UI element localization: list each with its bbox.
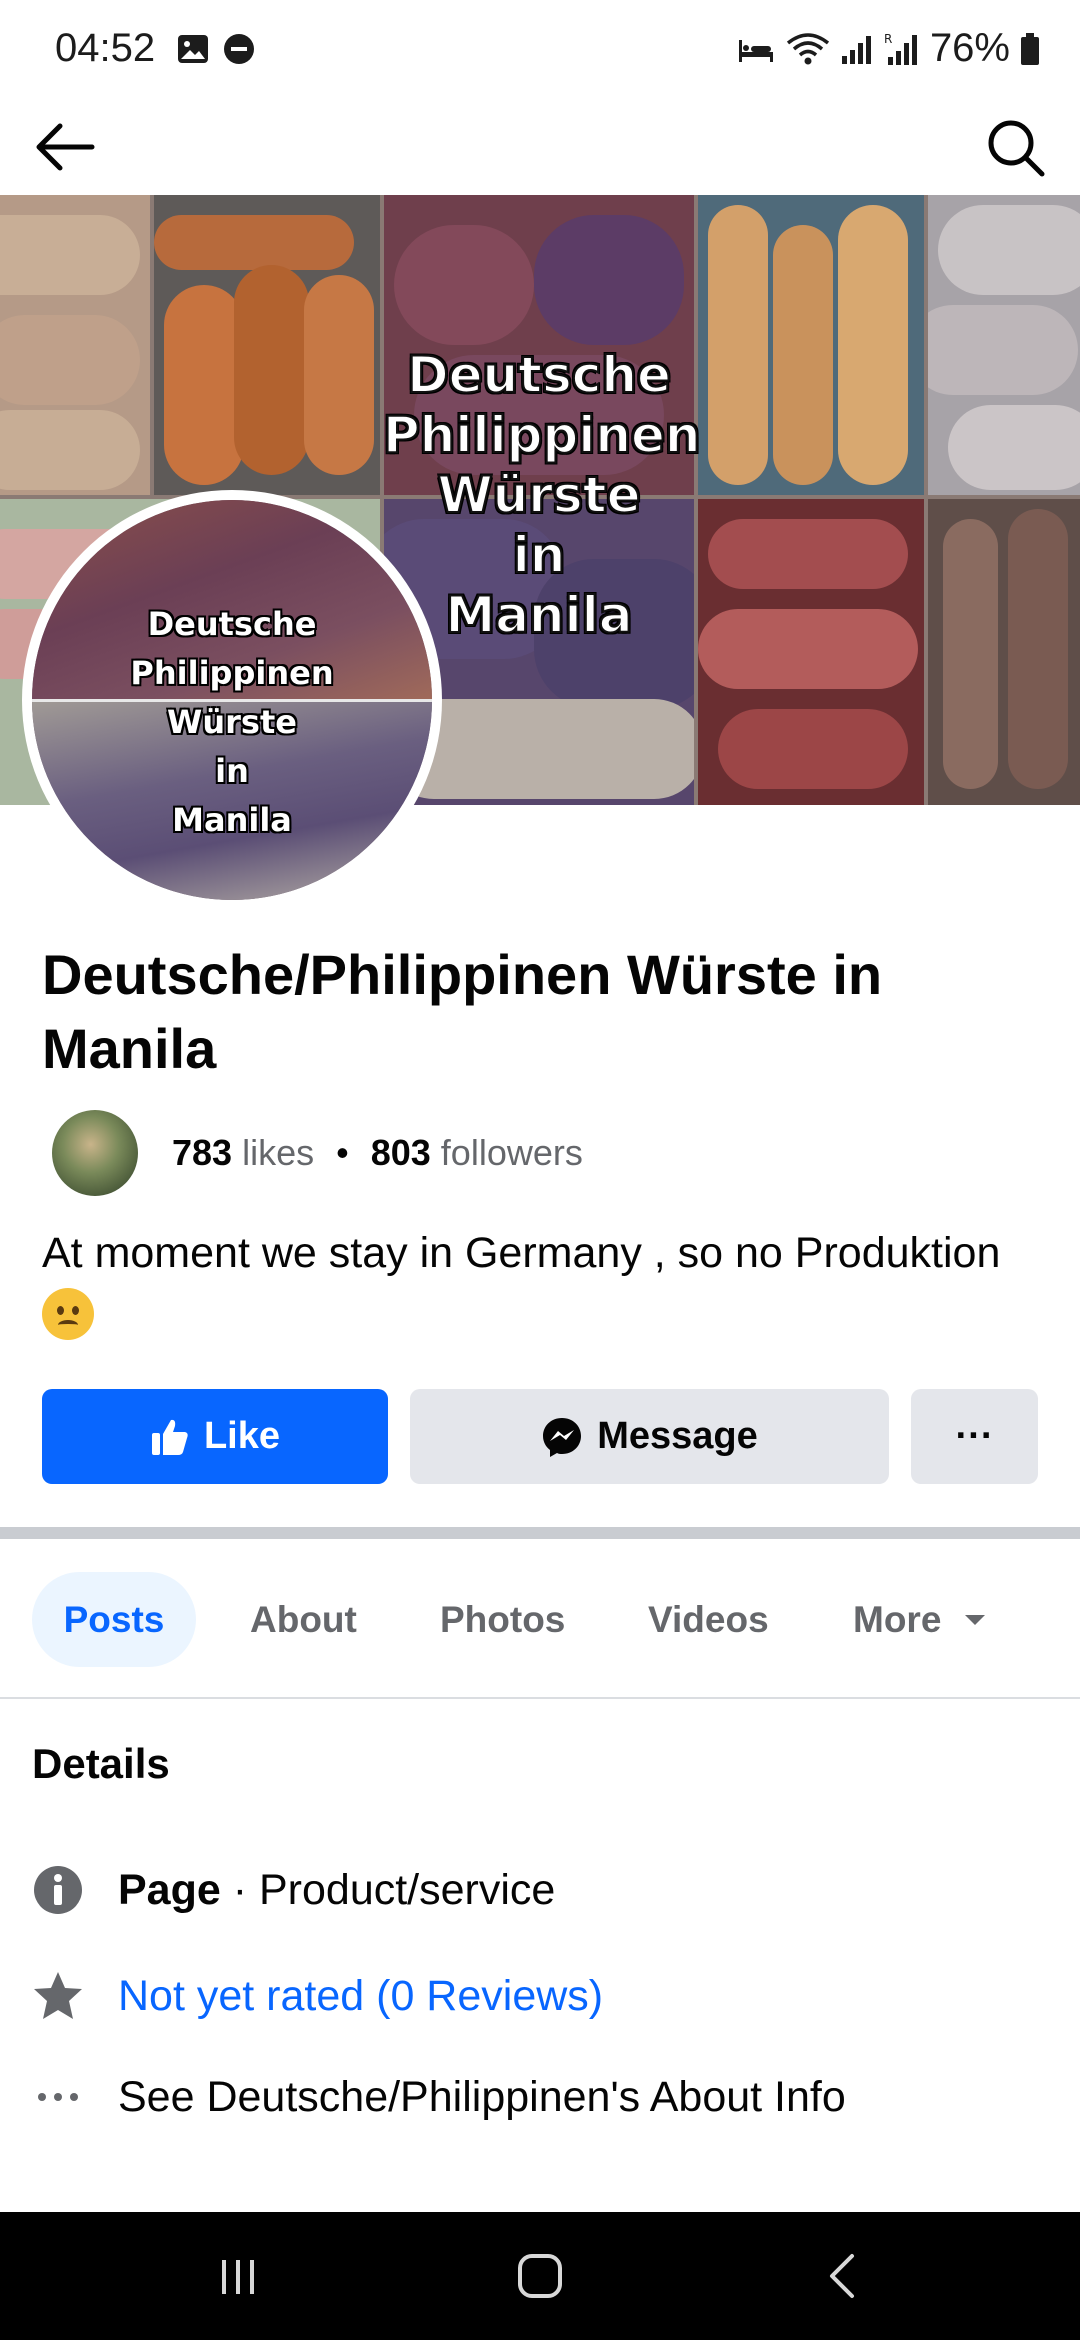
rating-link[interactable]: Not yet rated (0 Reviews) [118, 1972, 603, 2021]
like-label: Like [203, 1415, 281, 1457]
thumbs-up-icon [151, 1419, 188, 1455]
description-text: At moment we stay in Germany , so no Pro… [42, 1229, 1001, 1277]
page-type-text: · Product/service [220, 1865, 556, 1914]
profile-text-line: Manila [172, 801, 292, 839]
do-not-disturb-icon [224, 34, 254, 64]
tab-posts-label: Posts [63, 1598, 165, 1640]
tab-about[interactable]: About [250, 1572, 357, 1667]
tab-more-label: More [853, 1598, 942, 1640]
cover-tile [698, 195, 924, 495]
status-bar: 04:52 R 76% [0, 0, 1080, 100]
about-info-link[interactable]: See Deutsche/Philippinen's About Info [118, 2073, 846, 2122]
page-description: At moment we stay in Germany , so no Pro… [42, 1225, 1052, 1340]
sad-face-emoji-icon [42, 1287, 94, 1340]
profile-text-line: Würste [167, 703, 297, 741]
detail-about-info[interactable]: See Deutsche/Philippinen's About Info [32, 2067, 846, 2127]
profile-overlay-text: Deutsche Philippinen Würste in Manila [32, 600, 432, 845]
cover-tile [698, 499, 924, 805]
detail-rating[interactable]: Not yet rated (0 Reviews) [32, 1966, 603, 2026]
cover-text-line: Philippinen [382, 405, 701, 465]
signal-icon [841, 35, 871, 64]
message-button[interactable]: Message [410, 1389, 889, 1484]
cover-tile [0, 195, 150, 495]
status-time: 04:52 [55, 26, 156, 70]
ellipsis-icon [32, 2071, 84, 2123]
recent-apps-icon[interactable] [208, 2246, 268, 2306]
profile-text-line: Deutsche [147, 605, 317, 643]
page-type-bold: Page [118, 1865, 221, 1914]
tab-videos[interactable]: Videos [648, 1572, 769, 1667]
back-nav-icon[interactable] [814, 2246, 874, 2306]
avatar [52, 1110, 138, 1196]
battery-percent: 76% [929, 26, 1010, 70]
profile-text-line: Philippinen [130, 654, 334, 692]
cover-tile [928, 195, 1080, 495]
detail-page-type: Page · Product/service [32, 1860, 555, 1920]
wifi-icon [786, 32, 830, 64]
svg-text:R: R [884, 32, 892, 46]
message-label: Message [597, 1415, 758, 1457]
tab-about-label: About [250, 1598, 357, 1640]
page-title: Deutsche/Philippinen Würste in Manila [42, 943, 883, 1080]
cover-tile [154, 195, 380, 495]
profile-tabs: Posts About Photos Videos More [0, 1539, 1080, 1699]
top-bar [0, 100, 1080, 195]
likes-label: likes [242, 1132, 315, 1173]
page-stats[interactable]: 783 likes • 803 followers [52, 1110, 583, 1196]
profile-text-line: in [215, 752, 249, 790]
tab-posts[interactable]: Posts [32, 1572, 196, 1667]
messenger-icon [543, 1417, 582, 1457]
info-icon [32, 1864, 84, 1916]
search-icon[interactable] [980, 112, 1050, 182]
more-options-button[interactable]: ··· [911, 1389, 1038, 1484]
status-right-group: R 76% [736, 26, 1040, 71]
tab-photos-label: Photos [440, 1598, 566, 1640]
profile-picture[interactable]: Deutsche Philippinen Würste in Manila [22, 490, 442, 910]
cover-tile [928, 499, 1080, 805]
details-heading: Details [32, 1740, 170, 1787]
signal-r-icon: R [884, 32, 917, 65]
sleep-icon [738, 39, 773, 62]
arrow-left-icon[interactable] [30, 112, 100, 182]
stats-separator: • [336, 1132, 349, 1173]
cover-text-line: Deutsche [406, 345, 672, 405]
star-icon [32, 1970, 84, 2022]
like-button[interactable]: Like [42, 1389, 388, 1484]
section-divider [0, 1527, 1080, 1539]
followers-label: followers [440, 1132, 583, 1173]
home-icon[interactable] [510, 2246, 570, 2306]
caret-down-icon [965, 1614, 986, 1625]
profile-picture-image: Deutsche Philippinen Würste in Manila [32, 500, 432, 900]
tab-videos-label: Videos [648, 1598, 769, 1640]
followers-count: 803 [370, 1132, 431, 1173]
tab-more[interactable]: More [853, 1572, 987, 1667]
gallery-icon [178, 35, 208, 63]
more-options-icon: ··· [955, 1415, 994, 1457]
tab-photos[interactable]: Photos [440, 1572, 565, 1667]
likes-count: 783 [172, 1132, 233, 1173]
system-nav-bar [0, 2212, 1080, 2340]
battery-icon [1021, 32, 1039, 65]
